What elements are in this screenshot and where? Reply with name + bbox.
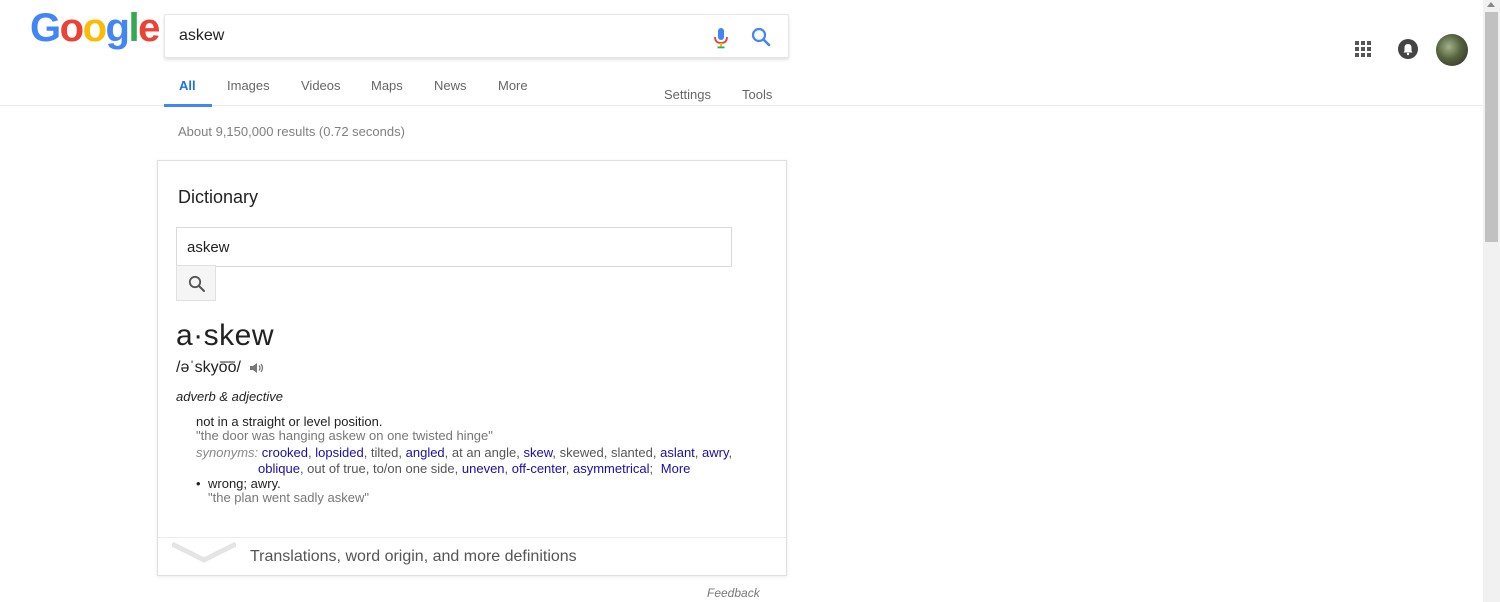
- tab-tools[interactable]: Tools: [742, 87, 772, 102]
- synonym-link[interactable]: awry: [702, 445, 728, 460]
- synonym-link[interactable]: asymmetrical: [573, 461, 650, 476]
- tab-images[interactable]: Images: [227, 78, 270, 93]
- google-search-results-page: Google All Images Videos Maps News More …: [0, 0, 1500, 602]
- page-scrollbar[interactable]: [1483, 0, 1500, 602]
- scroll-up-arrow-icon[interactable]: [1487, 2, 1495, 7]
- synonym-text: at an angle: [451, 445, 517, 460]
- chevron-down-icon: [172, 542, 236, 563]
- synonym-text: slanted: [610, 445, 653, 460]
- phonetic-row: /əˈskyo͞o/: [176, 359, 265, 377]
- synonym-link[interactable]: uneven: [462, 461, 505, 476]
- logo-letter: g: [105, 6, 130, 50]
- synonyms-line-2: oblique, out of true, to/on one side, un…: [258, 461, 691, 476]
- google-logo[interactable]: Google: [30, 6, 160, 51]
- tab-more[interactable]: More: [498, 78, 528, 93]
- more-definitions-label: Translations, word origin, and more defi…: [250, 548, 577, 565]
- bell-icon[interactable]: [1398, 39, 1418, 59]
- search-icon[interactable]: [751, 27, 771, 47]
- synonym-link[interactable]: crooked: [262, 445, 308, 460]
- definition-1: not in a straight or level position. "th…: [196, 415, 493, 443]
- synonym-link[interactable]: off-center: [512, 461, 566, 476]
- avatar[interactable]: [1436, 34, 1468, 66]
- mic-icon[interactable]: [713, 27, 729, 49]
- logo-letter: o: [82, 6, 107, 50]
- header: Google All Images Videos Maps News More …: [0, 0, 1483, 107]
- synonym-text: out of true: [307, 461, 366, 476]
- logo-letter: e: [138, 6, 160, 50]
- synonym-link[interactable]: lopsided: [315, 445, 363, 460]
- search-input[interactable]: [179, 15, 699, 57]
- result-stats: About 9,150,000 results (0.72 seconds): [178, 124, 405, 139]
- definition-example: "the plan went sadly askew": [208, 490, 369, 505]
- synonyms-line-1: synonyms: crooked, lopsided, tilted, ang…: [196, 445, 733, 460]
- synonyms: synonyms: crooked, lopsided, tilted, ang…: [196, 445, 756, 477]
- apps-grid-icon[interactable]: [1354, 40, 1372, 58]
- dictionary-card: Dictionary a·skew /əˈskyo͞o/ adverb & ad…: [157, 160, 787, 576]
- synonym-link[interactable]: aslant: [660, 445, 695, 460]
- tab-maps[interactable]: Maps: [371, 78, 403, 93]
- tab-settings[interactable]: Settings: [664, 87, 711, 102]
- definition-2: • wrong; awry. "the plan went sadly askew…: [196, 477, 369, 505]
- logo-letter: G: [30, 6, 61, 50]
- bullet: •: [196, 476, 201, 491]
- synonyms-more-link[interactable]: More: [661, 461, 691, 476]
- synonym-text: tilted: [370, 445, 399, 460]
- scrollbar-thumb[interactable]: [1485, 12, 1498, 242]
- speaker-icon[interactable]: [249, 361, 265, 375]
- search-box: [164, 14, 789, 58]
- phonetic: /əˈskyo͞o/: [176, 359, 241, 376]
- tab-videos[interactable]: Videos: [301, 78, 341, 93]
- logo-letter: o: [59, 6, 84, 50]
- synonym-text: to/on one side: [372, 461, 455, 476]
- definition-text: wrong; awry.: [208, 476, 281, 491]
- feedback-link[interactable]: Feedback: [707, 586, 760, 600]
- synonym-link[interactable]: angled: [406, 445, 445, 460]
- synonym-link[interactable]: oblique: [258, 461, 300, 476]
- active-tab-indicator: [164, 104, 212, 107]
- bell-glyph-icon: [1403, 44, 1413, 56]
- headword: a·skew: [176, 319, 275, 352]
- synonym-link[interactable]: skew: [523, 445, 552, 460]
- definition-text: not in a straight or level position.: [196, 414, 383, 429]
- tab-all[interactable]: All: [179, 78, 196, 93]
- definition-example: "the door was hanging askew on one twist…: [196, 428, 493, 443]
- more-definitions-expander[interactable]: Translations, word origin, and more defi…: [158, 537, 786, 575]
- tab-news[interactable]: News: [434, 78, 467, 93]
- synonyms-label: synonyms:: [196, 445, 259, 460]
- dictionary-search-button[interactable]: [176, 265, 216, 301]
- search-icon: [188, 275, 205, 292]
- dictionary-title: Dictionary: [178, 187, 259, 207]
- part-of-speech: adverb & adjective: [176, 389, 283, 404]
- dictionary-search-input[interactable]: [176, 227, 732, 267]
- synonym-text: skewed: [559, 445, 604, 460]
- logo-letter: l: [128, 6, 139, 50]
